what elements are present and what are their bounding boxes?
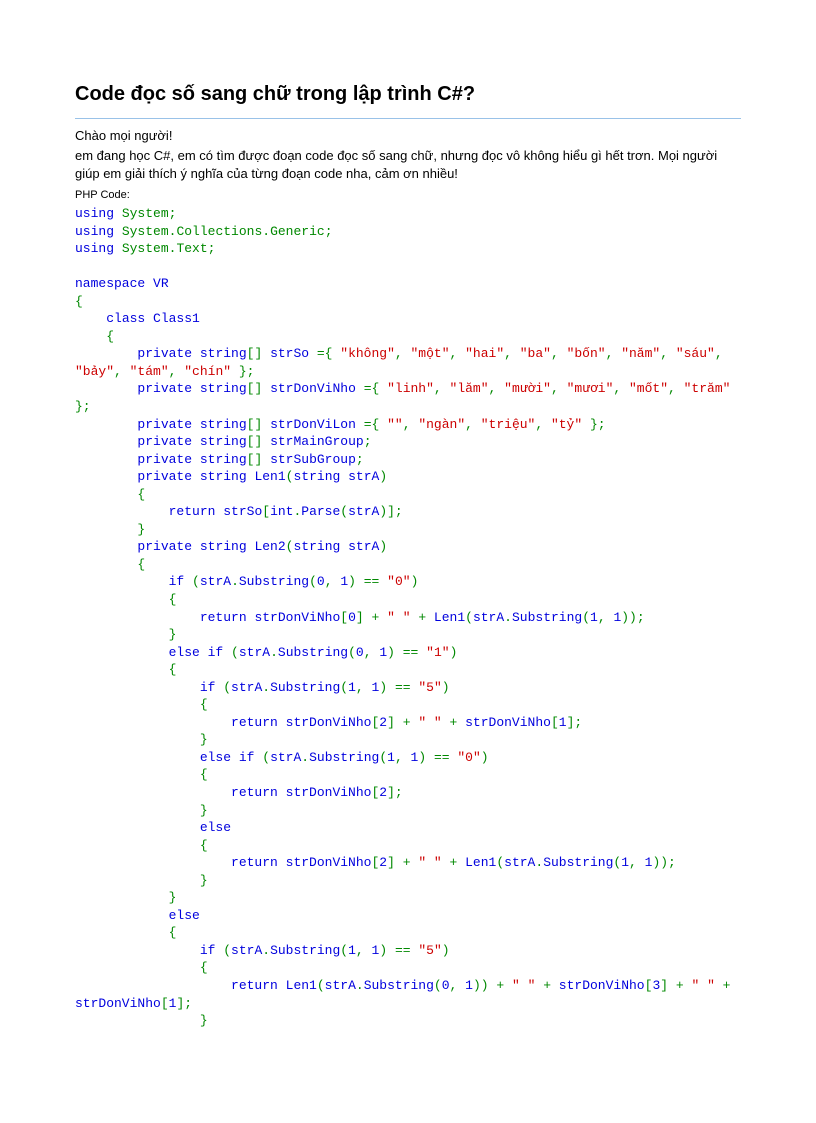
page-title: Code đọc số sang chữ trong lập trình C#? — [75, 80, 741, 108]
intro-line-1: Chào mọi người! — [75, 127, 741, 145]
intro-line-2: em đang học C#, em có tìm được đoạn code… — [75, 147, 741, 183]
code-block: using System;using System.Collections.Ge… — [75, 205, 741, 1030]
divider — [75, 118, 741, 119]
code-label: PHP Code: — [75, 188, 741, 203]
